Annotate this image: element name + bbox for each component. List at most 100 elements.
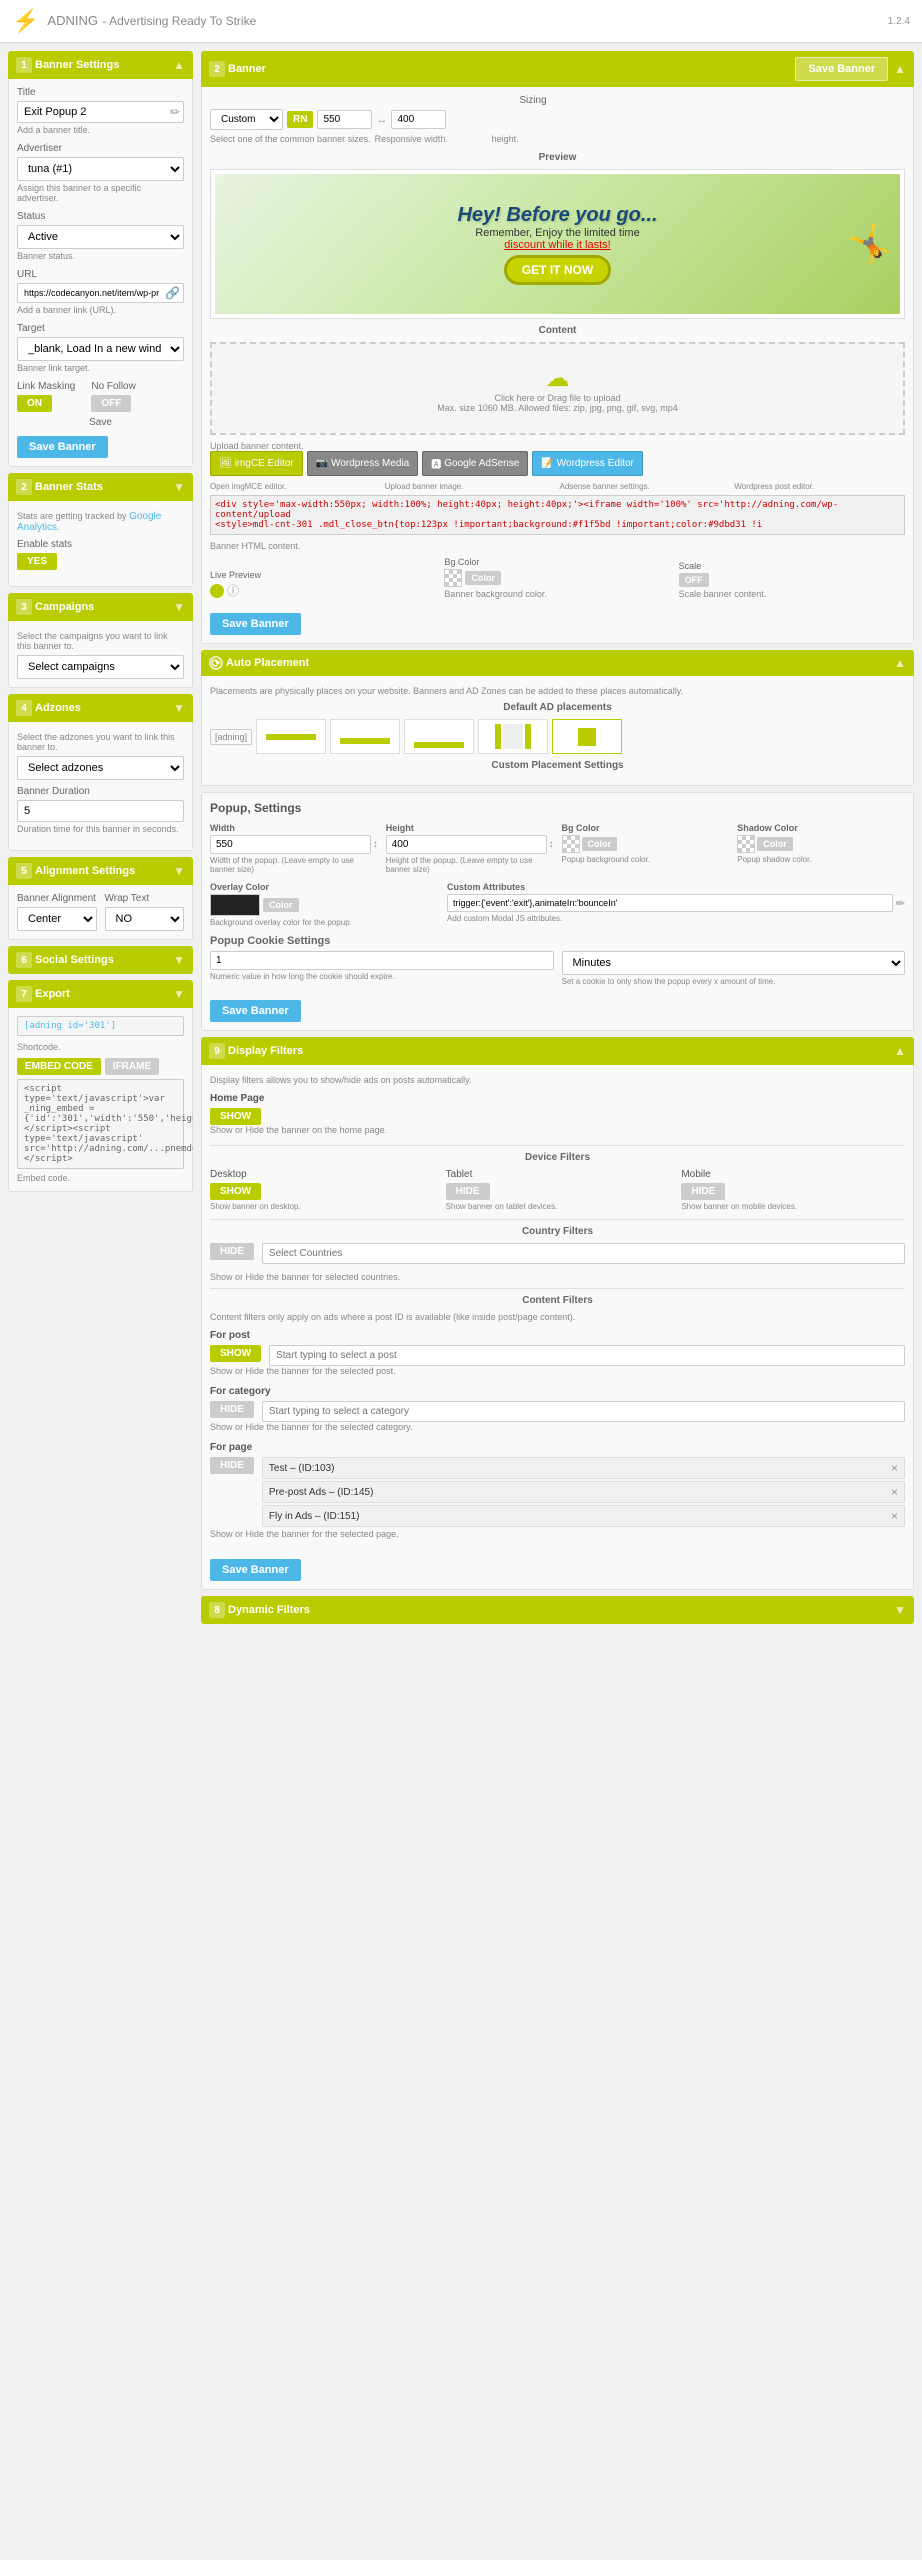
for-post-hint: Show or Hide the banner for the selected… [210, 1366, 905, 1376]
save-banner-btn-bottom[interactable]: Save Banner [210, 613, 301, 635]
popup-settings-title: Popup, Settings [210, 801, 905, 815]
target-field-group: Target _blank, Load In a new window. Ban… [17, 323, 184, 373]
google-adsense-btn[interactable]: 🅰 Google AdSense [422, 451, 528, 476]
page-tag-remove-0[interactable]: × [891, 1461, 898, 1475]
overlay-color-swatch[interactable] [210, 894, 260, 916]
for-post-input[interactable] [269, 1345, 905, 1366]
chevron-icon-banner[interactable]: ▲ [894, 62, 906, 76]
placement-option-1[interactable] [256, 719, 326, 754]
placement-option-3[interactable] [404, 719, 474, 754]
page-tag-remove-2[interactable]: × [891, 1509, 898, 1523]
for-page-btn[interactable]: HIDE [210, 1457, 254, 1474]
page-tag-1: Pre-post Ads – (ID:145) × [262, 1481, 905, 1503]
size-select[interactable]: Custom 300x250 728x90 160x600 [210, 109, 283, 130]
no-follow-label: No Follow [91, 381, 135, 392]
no-follow-off-btn[interactable]: OFF [91, 395, 131, 412]
cookie-num-input[interactable] [210, 951, 554, 970]
save-banner-btn-left[interactable]: Save Banner [17, 436, 108, 458]
country-hide-btn[interactable]: HIDE [210, 1243, 254, 1260]
url-input[interactable] [17, 283, 184, 303]
chevron-icon-5[interactable]: ▼ [173, 864, 185, 878]
alignment-select[interactable]: Center [17, 907, 97, 931]
responsive-btn[interactable]: RN [287, 111, 313, 128]
popup-height-input[interactable] [386, 835, 547, 854]
popup-bg-btn[interactable]: Color [582, 837, 618, 851]
enable-stats-btn[interactable]: YES [17, 553, 57, 570]
wrap-select[interactable]: NO [105, 907, 185, 931]
desktop-btn[interactable]: SHOW [210, 1183, 261, 1200]
upload-area[interactable]: ☁ Click here or Drag file to upload Max.… [210, 342, 905, 435]
iframe-btn[interactable]: IFRAME [105, 1058, 159, 1075]
section-body-auto-placement: Placements are physically places on your… [201, 676, 914, 786]
wp-editor-label: Wordpress Editor [557, 458, 634, 469]
placement-option-5[interactable] [552, 719, 622, 754]
embed-code-btn[interactable]: EMBED CODE [17, 1058, 101, 1075]
popup-shadow-btn[interactable]: Color [757, 837, 793, 851]
chevron-icon-6[interactable]: ▼ [173, 953, 185, 967]
save-display-filters-btn[interactable]: Save Banner [210, 1559, 301, 1581]
overlay-controls: Color [210, 894, 439, 916]
html-code-area[interactable]: <div style='max-width:550px; width:100%;… [210, 495, 905, 535]
chevron-icon-3[interactable]: ▼ [173, 600, 185, 614]
chevron-icon-display[interactable]: ▲ [894, 1044, 906, 1058]
status-select[interactable]: Active [17, 225, 184, 249]
wrap-label: Wrap Text [105, 893, 185, 904]
save-label-center: Save [89, 417, 112, 428]
for-category-hint: Show or Hide the banner for the selected… [210, 1422, 905, 1432]
bg-color-label: Bg Color [444, 557, 670, 567]
bg-color-btn[interactable]: Color [465, 571, 501, 585]
popup-bg-label: Bg Color [562, 823, 730, 833]
chevron-icon-4[interactable]: ▼ [173, 701, 185, 715]
popup-width-input[interactable] [210, 835, 371, 854]
section-header-auto-placement: ⟳ Auto Placement ▲ [201, 650, 914, 676]
title-hint: Add a banner title. [17, 125, 184, 135]
app-title: ADNING - Advertising Ready To Strike [47, 12, 256, 30]
cookie-time-select[interactable]: Minutes Hours Days [562, 951, 906, 975]
chevron-icon-2[interactable]: ▼ [173, 480, 185, 494]
mobile-btn[interactable]: HIDE [681, 1183, 725, 1200]
popup-bg-hint: Popup background color. [562, 855, 730, 864]
section-body-1: Title ✏ Add a banner title. Advertiser t… [8, 79, 193, 467]
target-select[interactable]: _blank, Load In a new window. [17, 337, 184, 361]
for-category-btn[interactable]: HIDE [210, 1401, 254, 1418]
country-select-input[interactable] [262, 1243, 905, 1264]
chevron-icon-7[interactable]: ▼ [173, 987, 185, 1001]
bg-color-controls: Color [444, 569, 670, 587]
content-title: Content [210, 325, 905, 336]
auto-placement-icon: ⟳ [209, 656, 223, 670]
app-logo: ⚡ ADNING - Advertising Ready To Strike [12, 8, 256, 34]
scale-btn[interactable]: OFF [679, 573, 709, 587]
target-hint: Banner link target. [17, 363, 184, 373]
wordpress-media-btn[interactable]: 📷 Wordpress Media [307, 451, 419, 476]
chevron-icon-dynamic[interactable]: ▼ [894, 1603, 906, 1617]
placement-option-4[interactable] [478, 719, 548, 754]
page-tag-remove-1[interactable]: × [891, 1485, 898, 1499]
wordpress-media-icon: 📷 [316, 458, 328, 469]
placement-option-2[interactable] [330, 719, 400, 754]
chevron-icon-1[interactable]: ▲ [173, 58, 185, 72]
adzones-select[interactable]: Select adzones [17, 756, 184, 780]
custom-attr-input[interactable] [447, 894, 893, 912]
tablet-btn[interactable]: HIDE [446, 1183, 490, 1200]
for-post-btn[interactable]: SHOW [210, 1345, 261, 1362]
save-banner-btn-top[interactable]: Save Banner [795, 57, 888, 81]
for-category-input[interactable] [262, 1401, 905, 1422]
overlay-color-btn[interactable]: Color [263, 898, 299, 912]
advertiser-select[interactable]: tuna (#1) [17, 157, 184, 181]
save-popup-btn[interactable]: Save Banner [210, 1000, 301, 1022]
chevron-icon-auto-placement[interactable]: ▲ [894, 656, 906, 670]
height-input[interactable] [391, 110, 446, 129]
home-page-btn[interactable]: SHOW [210, 1108, 261, 1125]
for-category-label: For category [210, 1386, 905, 1397]
title-input[interactable] [17, 101, 184, 123]
alignment-row: Banner Alignment Center Wrap Text NO [17, 893, 184, 931]
section-title-export: Export [35, 988, 70, 1000]
duration-input[interactable] [17, 800, 184, 822]
link-masking-on-btn[interactable]: ON [17, 395, 52, 412]
bg-color-swatch [444, 569, 462, 587]
imgmce-editor-btn[interactable]: 🖼 imgCE Editor [210, 451, 303, 476]
campaigns-select[interactable]: Select campaigns [17, 655, 184, 679]
wordpress-editor-btn[interactable]: 📝 Wordpress Editor [532, 451, 643, 476]
device-filters-title: Device Filters [210, 1152, 905, 1163]
width-input[interactable] [317, 110, 372, 129]
